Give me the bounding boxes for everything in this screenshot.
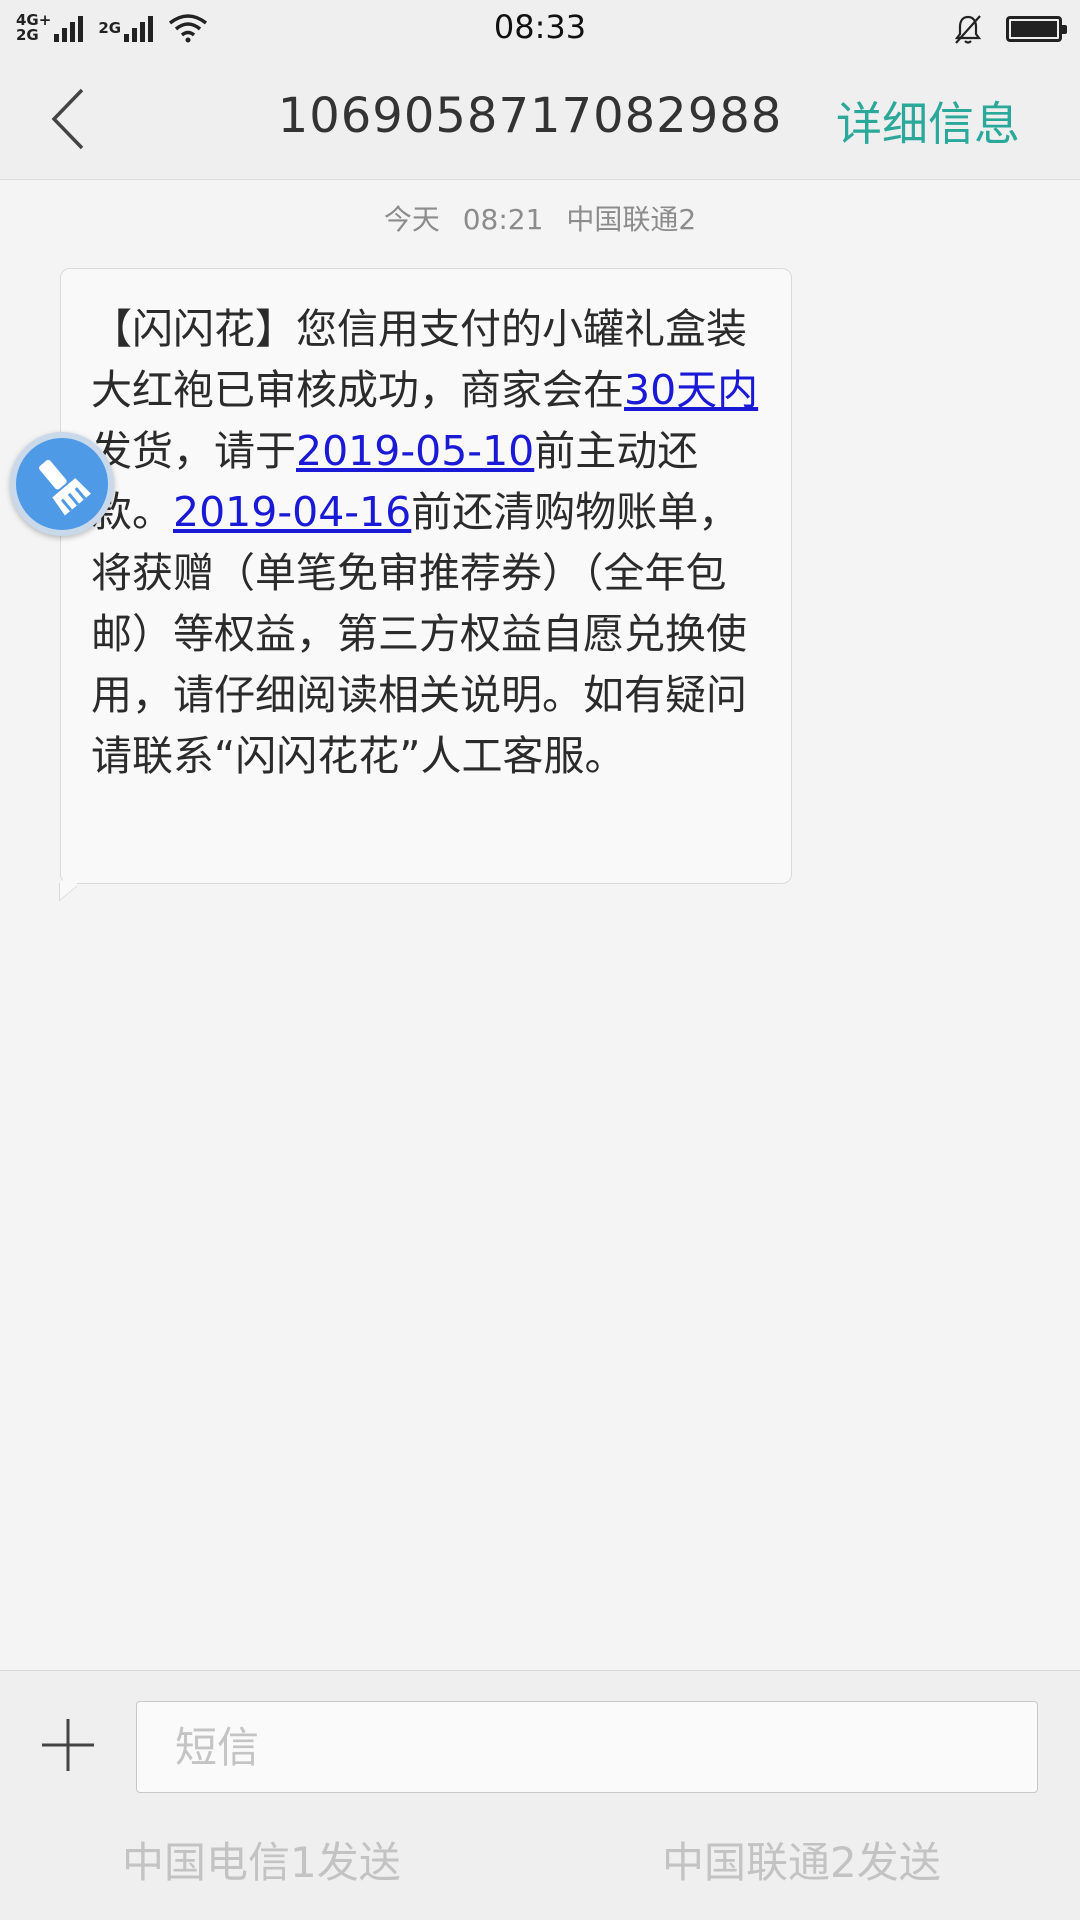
details-button[interactable]: 详细信息 [836,88,1020,154]
battery-level [1011,21,1057,37]
link-settlement-date[interactable]: 2019-04-16 [173,488,411,536]
message-bubble[interactable]: 【闪闪花】您信用支付的小罐礼盒装大红袍已审核成功，商家会在30天内发货，请于20… [60,268,792,884]
compose-area: 中国电信1发送 中国联通2发送 [0,1670,1080,1920]
timestamp-carrier: 中国联通2 [566,203,697,236]
battery-icon [1006,16,1067,42]
status-right [952,12,1067,46]
brush-icon [39,459,91,516]
chevron-left-icon [51,88,84,150]
conversation-header: 1069058717082988 详细信息 [0,58,1080,180]
plus-icon [42,1719,94,1771]
timestamp-day: 今天 [383,203,440,236]
status-bar: 4G+ 2G 2G 08:33 [0,0,1080,58]
floating-assistant-button[interactable] [10,432,114,536]
link-repayment-date[interactable]: 2019-05-10 [296,427,534,475]
timestamp-time: 08:21 [462,203,544,236]
send-row: 中国电信1发送 中国联通2发送 [0,1829,1080,1899]
send-sim2-button[interactable]: 中国联通2发送 [662,1829,941,1890]
attach-button[interactable] [38,1715,98,1775]
bell-off-icon [954,15,982,44]
contact-number: 1069058717082988 [277,88,783,144]
link-delivery-period[interactable]: 30天内 [624,366,758,414]
back-button[interactable] [38,84,98,154]
status-time: 08:33 [493,8,587,46]
message-segment-2: 发货，请于 [91,427,296,475]
message-timestamp: 今天 08:21 中国联通2 [0,198,1080,238]
message-text: 【闪闪花】您信用支付的小罐礼盒装大红袍已审核成功，商家会在30天内发货，请于20… [91,299,763,787]
sms-input[interactable] [136,1701,1038,1793]
send-sim1-button[interactable]: 中国电信1发送 [122,1829,401,1890]
